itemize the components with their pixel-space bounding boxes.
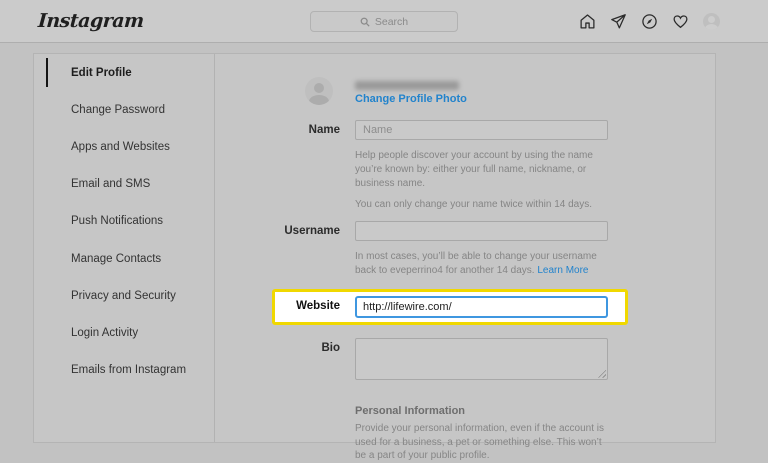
sidebar-item-manage-contacts[interactable]: Manage Contacts	[34, 240, 214, 277]
sidebar-item-email-and-sms[interactable]: Email and SMS	[34, 166, 214, 203]
nav-icons	[579, 13, 720, 30]
sidebar-item-emails-from-instagram[interactable]: Emails from Instagram	[34, 352, 214, 389]
bio-field[interactable]	[355, 338, 608, 380]
name-help-text-2: You can only change your name twice with…	[355, 198, 608, 212]
name-label: Name	[215, 120, 340, 212]
settings-card: Edit Profile Change Password Apps and We…	[33, 53, 716, 443]
top-nav: Instagram Search	[0, 0, 768, 43]
sidebar-item-change-password[interactable]: Change Password	[34, 91, 214, 128]
name-field[interactable]	[355, 120, 608, 140]
bio-row: Bio	[215, 338, 715, 380]
search-placeholder: Search	[375, 16, 408, 28]
username-blurred	[355, 81, 459, 90]
activity-icon[interactable]	[672, 13, 689, 30]
personal-information-text: Provide your personal information, even …	[355, 422, 608, 463]
edit-profile-panel: Change Profile Photo Name Help people di…	[215, 54, 715, 442]
sidebar-item-edit-profile[interactable]: Edit Profile	[34, 54, 214, 91]
explore-icon[interactable]	[641, 13, 658, 30]
name-help-text: Help people discover your account by usi…	[355, 149, 608, 190]
personal-information-title: Personal Information	[355, 405, 608, 417]
search-input[interactable]: Search	[310, 11, 458, 32]
profile-header: Change Profile Photo	[305, 77, 715, 105]
sidebar-item-login-activity[interactable]: Login Activity	[34, 314, 214, 351]
username-help-text: In most cases, you’ll be able to change …	[355, 250, 608, 278]
website-label: Website	[215, 296, 340, 318]
direct-icon[interactable]	[610, 13, 627, 30]
change-profile-photo-link[interactable]: Change Profile Photo	[355, 93, 467, 105]
search-icon	[360, 17, 370, 27]
username-label: Username	[215, 221, 340, 278]
sidebar-item-privacy-and-security[interactable]: Privacy and Security	[34, 277, 214, 314]
website-row-highlight: Website	[215, 289, 715, 325]
profile-icon[interactable]	[703, 13, 720, 30]
bio-label: Bio	[215, 338, 340, 380]
home-icon[interactable]	[579, 13, 596, 30]
profile-photo-avatar[interactable]	[305, 77, 333, 105]
personal-information-section: Personal Information Provide your person…	[215, 405, 715, 463]
settings-sidebar: Edit Profile Change Password Apps and We…	[34, 54, 215, 442]
username-row: Username In most cases, you’ll be able t…	[215, 221, 715, 278]
instagram-logo[interactable]: Instagram	[37, 10, 144, 32]
learn-more-link[interactable]: Learn More	[537, 265, 588, 276]
name-row: Name Help people discover your account b…	[215, 120, 715, 212]
username-field[interactable]	[355, 221, 608, 241]
sidebar-item-apps-and-websites[interactable]: Apps and Websites	[34, 128, 214, 165]
website-field[interactable]	[355, 296, 608, 318]
sidebar-item-push-notifications[interactable]: Push Notifications	[34, 203, 214, 240]
